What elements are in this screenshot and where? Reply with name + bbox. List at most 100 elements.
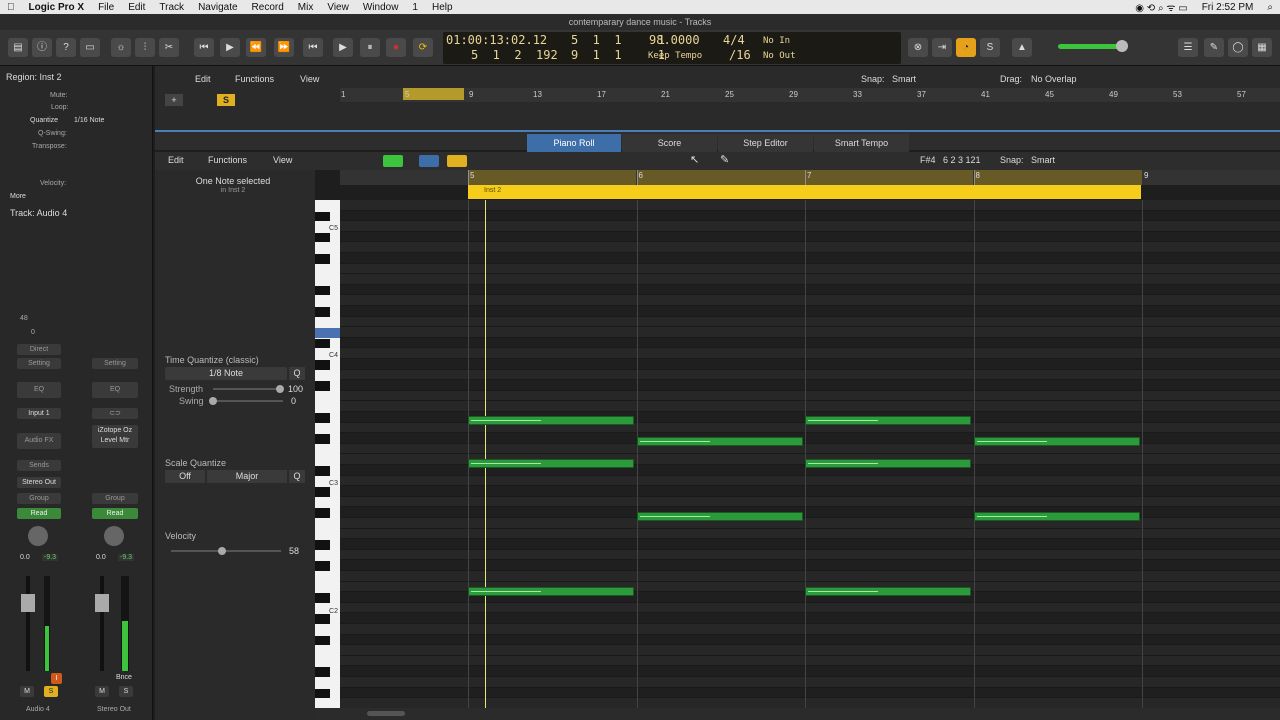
region-header[interactable]: Region: Inst 2 [6,72,62,82]
piano-keyboard[interactable]: C5 C4 C3 C2 [315,200,340,708]
velocity-slider[interactable] [171,550,281,552]
spotlight-icon[interactable]: ⌕ [1260,2,1280,13]
strip1-audiofx[interactable]: Audio FX [17,433,61,449]
library-icon[interactable]: ▤ [8,38,28,57]
notepad-icon[interactable]: ✎ [1204,38,1224,57]
strip2-group[interactable]: Group [92,493,138,504]
midi-note[interactable] [636,437,803,446]
strip1-direct[interactable]: Direct [17,344,61,355]
midi-in-icon[interactable] [383,155,403,167]
pencil-tool-icon[interactable]: ✎ [720,153,729,166]
midi-note[interactable] [805,416,971,425]
scale-quantize-q[interactable]: Q [289,470,305,483]
black-key[interactable] [315,540,330,550]
solo-icon[interactable]: S [980,38,1000,57]
time-quantize-q[interactable]: Q [289,367,305,380]
velocity-handle[interactable] [218,547,226,555]
menu-edit[interactable]: Edit [121,2,152,13]
solo-track-icon[interactable]: S [217,94,235,106]
record-icon[interactable]: ● [386,38,406,57]
tab-piano-roll[interactable]: Piano Roll [527,134,621,152]
toolbar-icon[interactable]: ▭ [80,38,100,57]
black-key[interactable] [315,466,330,476]
playhead[interactable] [485,200,486,708]
midi-note[interactable] [468,587,634,596]
strip1-output[interactable]: Stereo Out [17,477,61,488]
menu-mix[interactable]: Mix [291,2,321,13]
cycle-icon[interactable]: ⟳ [413,38,433,57]
scale-quantize-off[interactable]: Off [165,470,205,483]
menu-record[interactable]: Record [245,2,291,13]
rewind-icon[interactable]: ⏪ [246,38,266,57]
midi-note[interactable] [468,416,634,425]
punch-icon[interactable]: ⇥ [932,38,952,57]
strip2-bounce[interactable]: Bnce [116,674,132,681]
piano-roll-ruler[interactable]: 5 6 7 8 9 [340,170,1280,185]
tab-smart-tempo[interactable]: Smart Tempo [814,134,909,152]
strip1-setting[interactable]: Setting [17,358,61,369]
tab-step-editor[interactable]: Step Editor [718,134,813,152]
midi-note[interactable] [973,437,1140,446]
strip2-automation[interactable]: Read [92,508,138,519]
strip1-input[interactable]: Input 1 [17,408,61,419]
menu-view[interactable]: View [320,2,356,13]
clock[interactable]: Fri 2:52 PM [1195,2,1261,13]
help-icon[interactable]: ? [56,38,76,57]
pr-view-menu[interactable]: View [273,155,292,165]
strip2-solo[interactable]: S [119,686,133,697]
strip1-automation[interactable]: Read [17,508,61,519]
black-key[interactable] [315,434,330,444]
region-header[interactable]: Inst 2 [468,185,1141,199]
master-volume-knob[interactable] [1116,40,1128,52]
black-key[interactable] [315,360,330,370]
browser-icon[interactable]: ▦ [1252,38,1272,57]
midi-note[interactable] [805,587,971,596]
time-quantize-select[interactable]: 1/8 Note [165,367,287,380]
black-key[interactable] [315,413,330,423]
scroll-thumb[interactable] [367,711,405,716]
link-mode-icon[interactable] [447,155,467,167]
strength-slider[interactable] [213,388,283,390]
tracks-snap-value[interactable]: Smart [892,74,916,84]
black-key[interactable] [315,338,330,349]
track-header[interactable]: Track: Audio 4 [10,208,67,218]
mixer-icon[interactable]: ⫶ [135,38,155,57]
catch-icon[interactable] [419,155,439,167]
strip1-fader[interactable] [21,594,35,612]
black-key[interactable] [315,635,330,646]
midi-note[interactable] [973,512,1140,521]
tracks-edit-menu[interactable]: Edit [195,74,211,84]
menu-navigate[interactable]: Navigate [191,2,244,13]
list-editors-icon[interactable]: ☰ [1178,38,1198,57]
menu-help[interactable]: Help [425,2,460,13]
midi-note[interactable] [468,459,634,468]
pr-functions-menu[interactable]: Functions [208,155,247,165]
strip2-plugin[interactable]: iZotope Oz Level Mtr [92,425,138,448]
apple-icon[interactable]:  [0,2,22,13]
strip2-fader[interactable] [95,594,109,612]
horizontal-scrollbar[interactable] [315,708,1280,720]
black-key[interactable] [315,307,330,317]
status-icons[interactable]: ◉ ⟲ ⌕ ᯤ ▭ [1128,0,1194,14]
strip1-eq[interactable]: EQ [17,382,61,398]
black-key[interactable] [315,688,330,699]
play-from-selection-icon[interactable]: ▶ [220,38,240,57]
pointer-tool-icon[interactable]: ↖ [690,153,699,166]
count-in-icon[interactable]: ◔ [956,38,976,57]
menu-file[interactable]: File [91,2,121,13]
midi-note[interactable] [636,512,803,521]
black-key[interactable] [315,254,330,264]
strip2-setting[interactable]: Setting [92,358,138,369]
app-menu[interactable]: Logic Pro X [22,2,92,13]
back-icon[interactable]: ⏮ [303,38,323,57]
black-key[interactable] [315,614,330,624]
more-toggle[interactable]: More [10,193,26,200]
black-key[interactable] [315,508,330,518]
black-key[interactable] [315,232,330,243]
pause-icon[interactable]: ⏸ [360,38,380,57]
strip2-eq[interactable]: EQ [92,382,138,398]
cycle-range[interactable] [403,88,464,100]
strip1-pan-knob[interactable] [28,526,48,546]
scale-quantize-scale[interactable]: Major [207,470,287,483]
loops-icon[interactable]: ◯ [1228,38,1248,57]
